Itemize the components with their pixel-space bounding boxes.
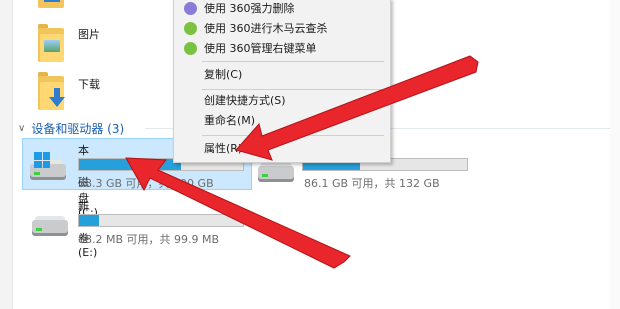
arrow-to-properties [235,55,479,161]
vertical-scrollbar[interactable] [610,0,620,309]
arrow-to-drive-c [125,157,351,269]
annotation-arrows [125,55,479,269]
